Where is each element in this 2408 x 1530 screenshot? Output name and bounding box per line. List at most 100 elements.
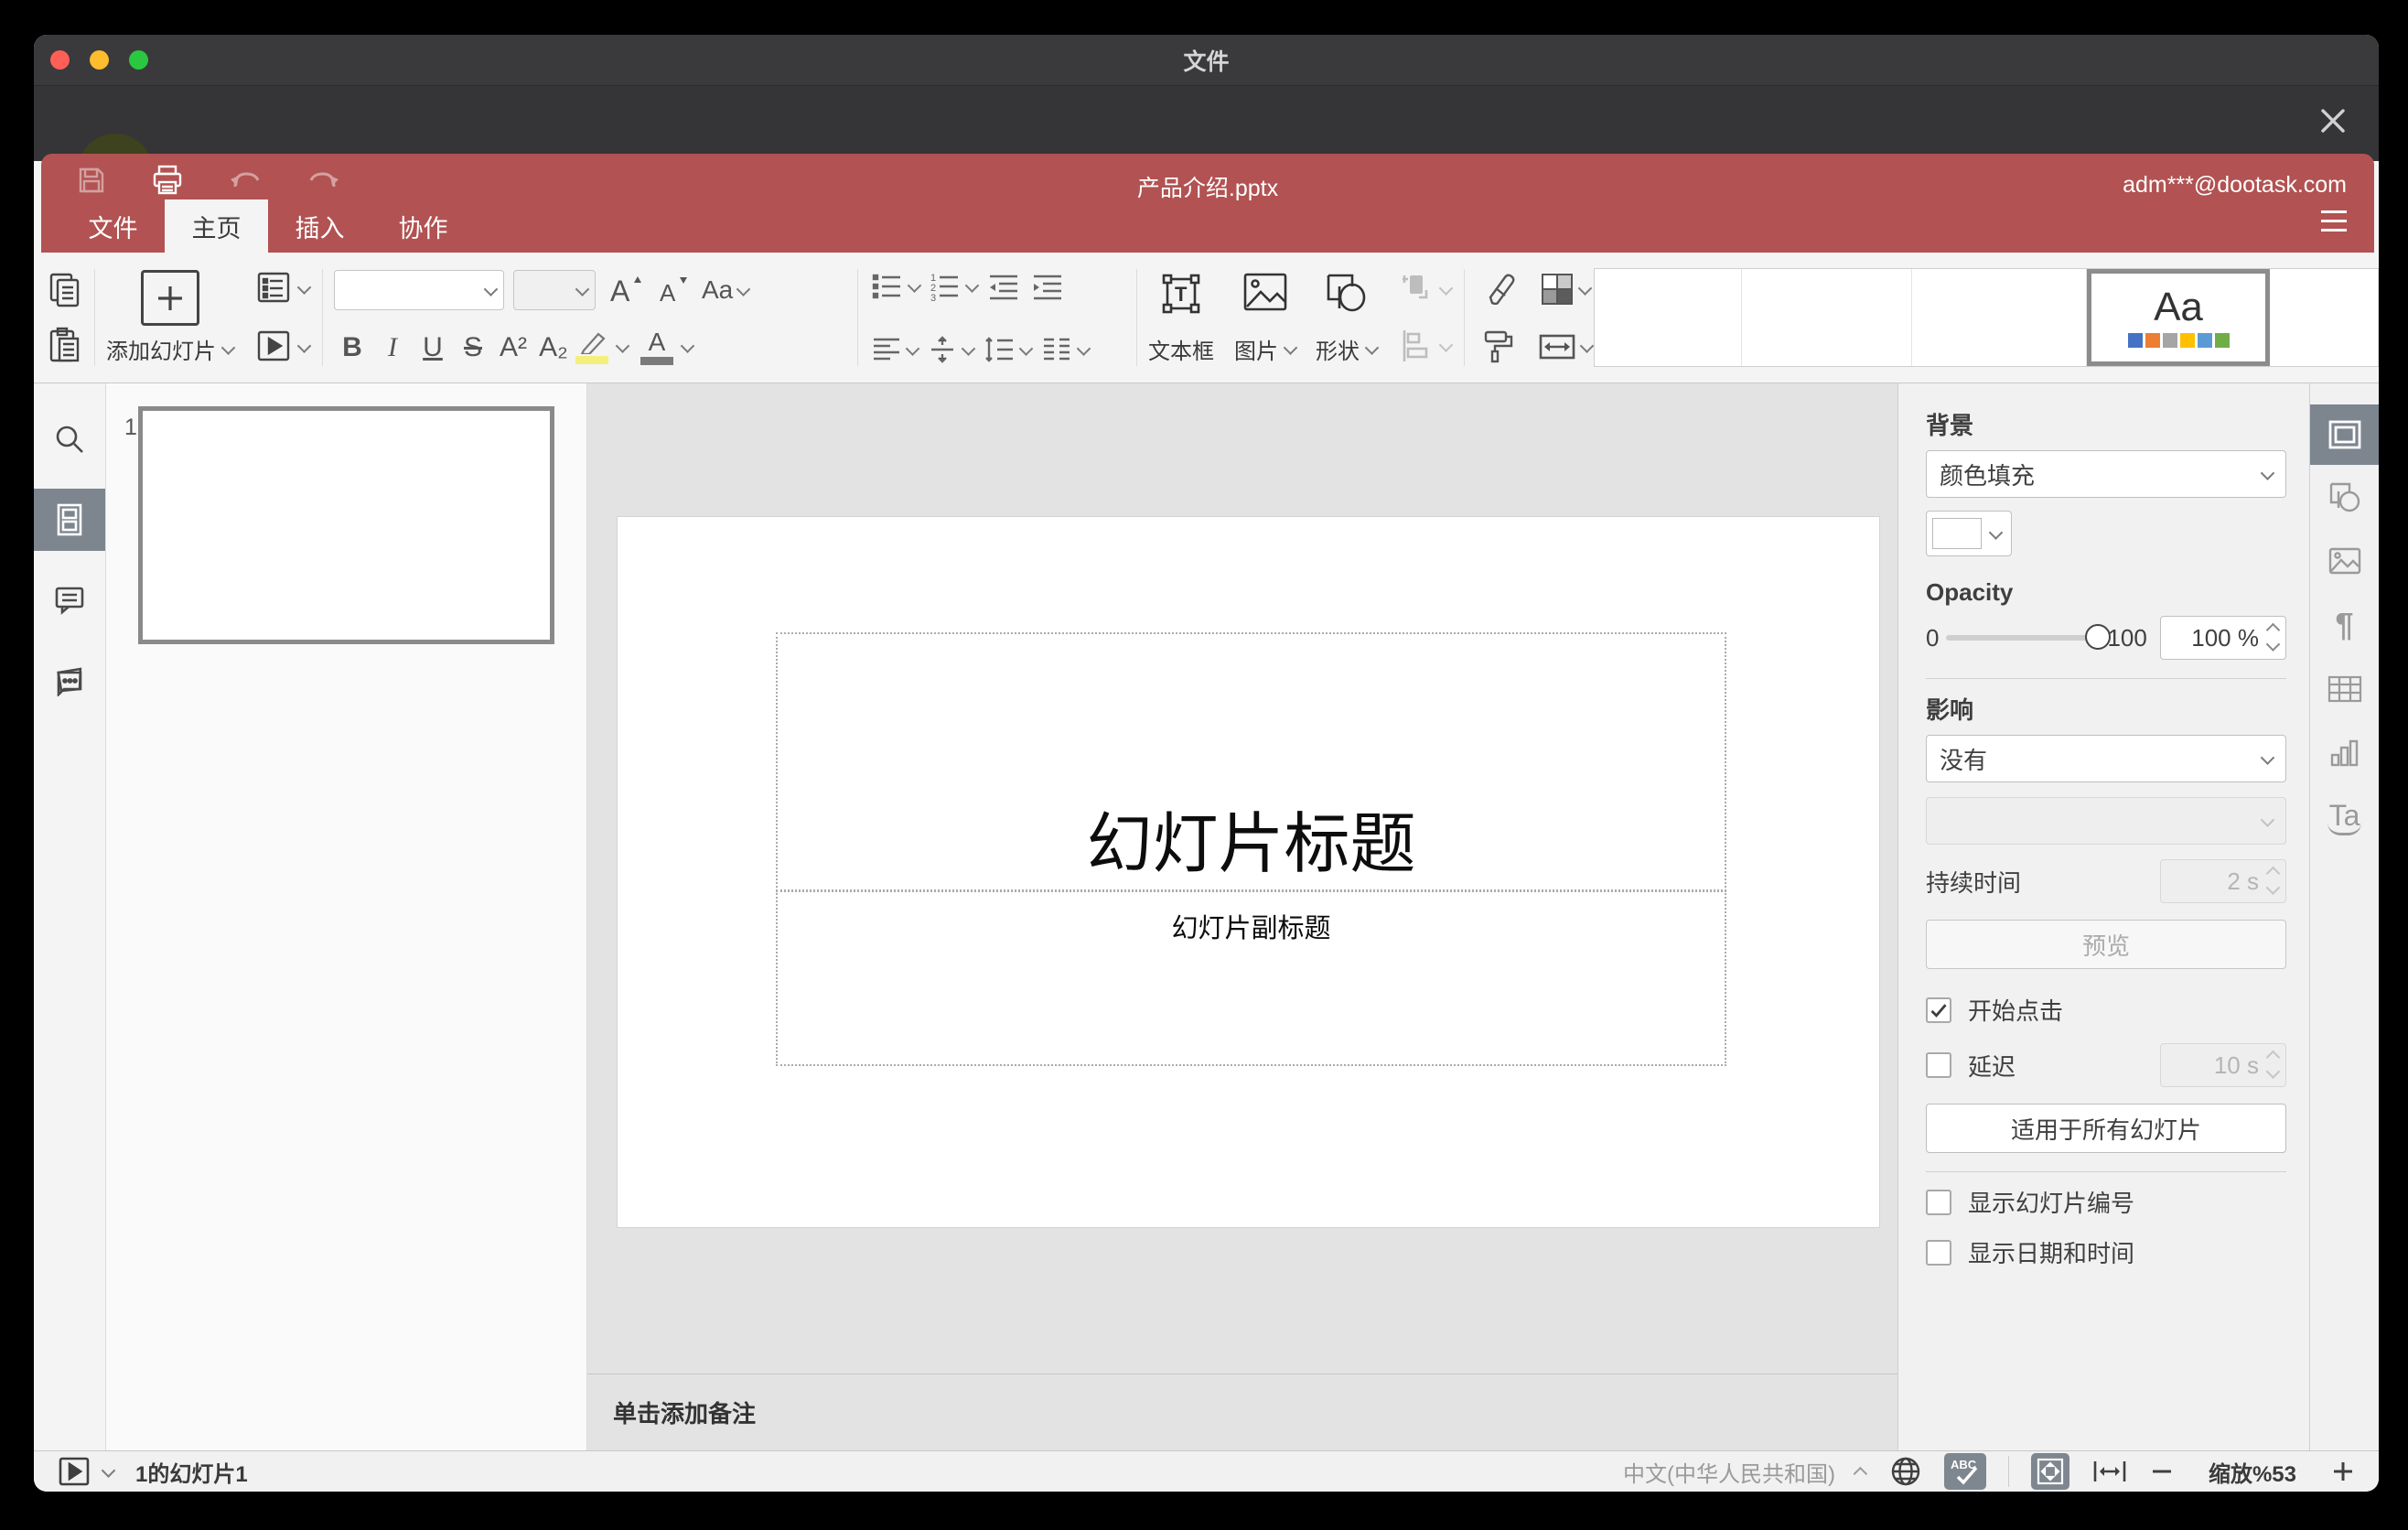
show-slide-number-checkbox[interactable] xyxy=(1926,1189,1951,1215)
menu-icon[interactable] xyxy=(2321,204,2347,238)
highlight-color-icon[interactable] xyxy=(575,330,608,364)
paragraph-settings-icon[interactable]: ¶ xyxy=(2310,593,2379,657)
decrease-indent-icon[interactable] xyxy=(984,270,1023,303)
delay-step-up-icon[interactable] xyxy=(2265,1050,2281,1065)
horizontal-align-icon[interactable] xyxy=(869,334,920,365)
font-size-select[interactable] xyxy=(513,270,596,310)
image-icon[interactable] xyxy=(1241,270,1290,314)
font-color-icon[interactable]: A xyxy=(640,329,673,365)
clear-style-icon[interactable] xyxy=(1476,270,1518,307)
text-box-label[interactable]: 文本框 xyxy=(1148,333,1214,365)
theme-option-1[interactable] xyxy=(1595,269,1742,366)
text-box-icon[interactable]: T xyxy=(1158,270,1204,318)
chat-icon[interactable] xyxy=(34,650,105,712)
start-on-click-checkbox[interactable] xyxy=(1926,997,1951,1023)
background-color-button[interactable] xyxy=(1926,511,2012,556)
effect-type-select[interactable] xyxy=(1926,797,2286,845)
duration-step-up-icon[interactable] xyxy=(2265,866,2281,881)
bullets-icon[interactable] xyxy=(869,270,922,303)
underline-icon[interactable]: U xyxy=(414,332,451,363)
zoom-out-icon[interactable] xyxy=(2150,1460,2174,1483)
bold-icon[interactable]: B xyxy=(334,332,371,363)
color-scheme-icon[interactable] xyxy=(1536,270,1594,308)
theme-option-selected[interactable]: Aa xyxy=(2087,269,2270,366)
language-caret-icon[interactable] xyxy=(1853,1466,1868,1481)
preview-button[interactable]: 预览 xyxy=(1926,920,2286,969)
delay-checkbox[interactable] xyxy=(1926,1052,1951,1078)
spell-check-icon[interactable]: ABC xyxy=(1943,1453,1986,1490)
line-spacing-icon[interactable] xyxy=(981,334,1034,365)
duration-input[interactable]: 2 s xyxy=(2160,859,2286,903)
opacity-step-down-icon[interactable] xyxy=(2265,637,2281,652)
change-case-icon[interactable]: Aa xyxy=(700,274,751,307)
image-settings-icon[interactable] xyxy=(2310,529,2379,593)
arrange-shape-icon[interactable] xyxy=(1397,270,1454,308)
slide-settings-icon[interactable] xyxy=(2310,404,2379,465)
title-placeholder[interactable]: 幻灯片标题 xyxy=(776,632,1726,891)
shape-icon[interactable] xyxy=(1323,270,1371,314)
vertical-align-icon[interactable] xyxy=(925,334,976,365)
italic-icon[interactable]: I xyxy=(374,332,411,363)
text-art-settings-icon[interactable]: Ta xyxy=(2310,785,2379,849)
comments-icon[interactable] xyxy=(34,569,105,631)
align-shape-icon[interactable] xyxy=(1397,327,1454,365)
shape-settings-icon[interactable] xyxy=(2310,465,2379,529)
decrease-font-icon[interactable]: A xyxy=(654,272,691,308)
paste-icon[interactable] xyxy=(47,325,83,365)
slide-layout-icon[interactable] xyxy=(255,270,312,307)
columns-icon[interactable] xyxy=(1038,334,1091,365)
theme-gallery-expand-icon[interactable] xyxy=(2378,269,2379,366)
superscript-icon[interactable]: A² xyxy=(495,332,532,363)
background-fill-select[interactable]: 颜色填充 xyxy=(1926,450,2286,498)
duration-step-down-icon[interactable] xyxy=(2265,880,2281,895)
fit-to-slide-icon[interactable] xyxy=(2030,1453,2069,1490)
theme-option-2[interactable] xyxy=(1742,269,1912,366)
notes-area[interactable]: 单击添加备注 xyxy=(587,1374,1897,1450)
notes-placeholder[interactable]: 单击添加备注 xyxy=(613,1395,756,1429)
shape-label[interactable]: 形状 xyxy=(1316,333,1360,365)
copy-style-icon[interactable] xyxy=(1477,327,1517,365)
slide-size-icon[interactable] xyxy=(1536,329,1595,365)
opacity-input[interactable]: 100 % xyxy=(2160,616,2286,660)
start-slideshow-icon[interactable] xyxy=(255,329,312,365)
theme-option-3[interactable] xyxy=(1912,269,2087,366)
subscript-icon[interactable]: A₂ xyxy=(535,332,572,363)
subtitle-placeholder[interactable]: 幻灯片副标题 xyxy=(776,890,1726,1066)
increase-indent-icon[interactable] xyxy=(1028,270,1067,303)
slide-thumbnail[interactable] xyxy=(138,406,554,644)
close-icon[interactable] xyxy=(2317,104,2349,137)
start-preview-icon[interactable] xyxy=(58,1456,91,1487)
chart-settings-icon[interactable] xyxy=(2310,721,2379,785)
theme-option-5[interactable] xyxy=(2270,269,2378,366)
effect-select[interactable]: 没有 xyxy=(1926,735,2286,782)
language-label[interactable]: 中文(中华人民共和国) xyxy=(1623,1456,1835,1488)
add-slide-label[interactable]: 添加幻灯片 xyxy=(106,333,216,365)
image-label[interactable]: 图片 xyxy=(1234,333,1278,365)
delay-step-down-icon[interactable] xyxy=(2265,1064,2281,1079)
search-icon[interactable] xyxy=(34,408,105,470)
apply-to-all-button[interactable]: 适用于所有幻灯片 xyxy=(1926,1104,2286,1153)
numbering-icon[interactable]: 123 xyxy=(927,270,980,303)
tab-insert[interactable]: 插入 xyxy=(268,199,371,253)
preview-options-icon[interactable] xyxy=(101,1462,116,1478)
increase-font-icon[interactable]: A xyxy=(605,272,645,308)
document-language-icon[interactable] xyxy=(1889,1455,1922,1488)
add-slide-button[interactable] xyxy=(140,270,199,326)
strikeout-icon[interactable]: S xyxy=(455,332,491,363)
opacity-step-up-icon[interactable] xyxy=(2265,622,2281,638)
slide-subtitle-text[interactable]: 幻灯片副标题 xyxy=(1171,907,1330,945)
slide-canvas[interactable]: 幻灯片标题 幻灯片副标题 xyxy=(618,517,1879,1227)
tab-home[interactable]: 主页 xyxy=(165,199,268,253)
slides-panel-icon[interactable] xyxy=(34,489,105,551)
tab-file[interactable]: 文件 xyxy=(61,199,165,253)
opacity-slider[interactable] xyxy=(1946,624,2112,650)
editor-canvas[interactable]: 幻灯片标题 幻灯片副标题 xyxy=(587,383,1897,1374)
fit-to-width-icon[interactable] xyxy=(2091,1458,2128,1485)
delay-input[interactable]: 10 s xyxy=(2160,1043,2286,1087)
table-settings-icon[interactable] xyxy=(2310,657,2379,721)
tab-collaboration[interactable]: 协作 xyxy=(371,199,475,253)
zoom-level-label[interactable]: 缩放%53 xyxy=(2209,1456,2296,1488)
slide-title-text[interactable]: 幻灯片标题 xyxy=(1086,790,1415,889)
zoom-in-icon[interactable] xyxy=(2331,1460,2355,1483)
copy-icon[interactable] xyxy=(47,270,83,310)
